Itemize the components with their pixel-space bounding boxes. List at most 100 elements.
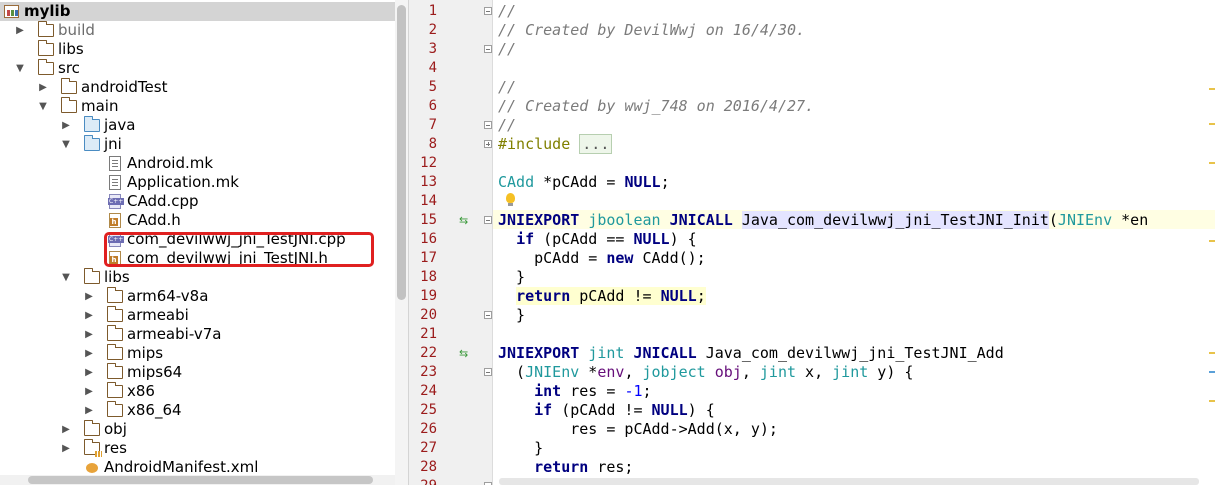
fold-toggle-icon[interactable] xyxy=(484,45,492,53)
tree-scroll-thumb[interactable] xyxy=(397,5,406,300)
code-line[interactable]: return pCAdd != NULL; xyxy=(498,287,706,306)
tree-item-cadd-cpp[interactable]: CAdd.cpp xyxy=(0,192,395,211)
fold-toggle-icon[interactable] xyxy=(484,216,492,224)
warning-stripe-icon[interactable] xyxy=(1209,371,1215,373)
res-folder-icon xyxy=(83,439,102,457)
code-line[interactable]: // xyxy=(498,40,516,59)
tree-item-mylib[interactable]: mylib xyxy=(0,2,395,21)
module-icon xyxy=(4,5,19,18)
code-token: // xyxy=(498,40,517,58)
code-line[interactable]: } xyxy=(498,439,543,458)
tree-item-libs[interactable]: ▼ libs xyxy=(0,268,395,287)
warning-stripe-icon[interactable] xyxy=(1209,352,1215,354)
expand-arrow-icon[interactable]: ▼ xyxy=(37,97,49,116)
expand-arrow-icon[interactable]: ▼ xyxy=(14,59,26,78)
code-line[interactable]: // Created by wwj_748 on 2016/4/27. xyxy=(498,97,814,116)
fold-toggle-icon[interactable] xyxy=(484,140,492,148)
tree-vertical-scrollbar[interactable] xyxy=(395,0,408,485)
collapse-arrow-icon[interactable]: ▶ xyxy=(14,21,26,40)
tree-item-x86[interactable]: ▶ x86 xyxy=(0,382,395,401)
warning-stripe-icon[interactable] xyxy=(1209,400,1215,402)
code-line[interactable]: if (pCAdd != NULL) { xyxy=(498,401,715,420)
tree-item-android-mk[interactable]: Android.mk xyxy=(0,154,395,173)
tree-item-obj[interactable]: ▶ obj xyxy=(0,420,395,439)
tree-item-build[interactable]: ▶ build xyxy=(0,21,395,40)
collapse-arrow-icon[interactable]: ▶ xyxy=(83,306,95,325)
code-line[interactable]: // xyxy=(498,116,516,135)
warning-stripe-icon[interactable] xyxy=(1209,123,1215,125)
code-line[interactable]: CAdd *pCAdd = NULL; xyxy=(498,173,670,192)
code-token: jint xyxy=(588,344,625,362)
code-line[interactable]: res = pCAdd->Add(x, y); xyxy=(498,420,778,439)
collapse-arrow-icon[interactable]: ▶ xyxy=(83,382,95,401)
expand-arrow-icon[interactable]: ▼ xyxy=(60,268,72,287)
collapse-arrow-icon[interactable]: ▶ xyxy=(60,439,72,458)
tree-item-jni[interactable]: ▼ jni xyxy=(0,135,395,154)
tree-item-label: java xyxy=(104,116,136,134)
warning-stripe-icon[interactable] xyxy=(1209,88,1215,90)
collapse-arrow-icon[interactable]: ▶ xyxy=(83,344,95,363)
collapse-arrow-icon[interactable]: ▶ xyxy=(83,325,95,344)
collapse-arrow-icon[interactable]: ▶ xyxy=(37,78,49,97)
code-line[interactable]: // xyxy=(498,78,516,97)
code-line[interactable]: } xyxy=(498,306,525,325)
tree-item-application-mk[interactable]: Application.mk xyxy=(0,173,395,192)
code-line[interactable]: } xyxy=(498,268,525,287)
tree-item-x86-64[interactable]: ▶ x86_64 xyxy=(0,401,395,420)
tree-item-mips[interactable]: ▶ mips xyxy=(0,344,395,363)
code-line[interactable]: // xyxy=(498,2,516,21)
header-file-icon xyxy=(109,213,121,228)
jni-link-icon[interactable]: ⇆ xyxy=(459,211,468,230)
tree-item-libs[interactable]: libs xyxy=(0,40,395,59)
tree-item-androidtest[interactable]: ▶ androidTest xyxy=(0,78,395,97)
collapse-arrow-icon[interactable]: ▶ xyxy=(83,363,95,382)
tree-item-mips64[interactable]: ▶ mips64 xyxy=(0,363,395,382)
code-editor[interactable]: 1 2 3 4 5 6 7 8 12 13 14 15 ⇆ 16 17 18 19 20 21 22 ⇆ 23 24 25 26… xyxy=(409,0,1215,485)
code-token: JNIEXPORT xyxy=(498,211,580,229)
tree-item-cadd-h[interactable]: CAdd.h xyxy=(0,211,395,230)
tree-item-com-devilwwj-jni-testjni-cpp[interactable]: com_devilwwj_jni_TestJNI.cpp xyxy=(0,230,395,249)
collapse-arrow-icon[interactable]: ▶ xyxy=(60,420,72,439)
collapse-arrow-icon[interactable]: ▶ xyxy=(83,287,95,306)
cpp-file-icon xyxy=(108,232,125,247)
collapse-arrow-icon[interactable]: ▶ xyxy=(83,401,95,420)
code-token: jboolean xyxy=(588,211,661,229)
editor-horizontal-scrollbar[interactable] xyxy=(499,478,1199,485)
warning-stripe-icon[interactable] xyxy=(1209,162,1215,164)
fold-toggle-icon[interactable] xyxy=(484,121,492,129)
code-line[interactable]: JNIEXPORT jint JNICALL Java_com_devilwwj… xyxy=(498,344,1004,363)
code-line[interactable]: JNIEXPORT jboolean JNICALL Java_com_devi… xyxy=(498,211,1148,230)
lightbulb-icon[interactable] xyxy=(506,193,515,206)
fold-toggle-icon[interactable] xyxy=(484,368,492,376)
code-line[interactable]: // Created by DevilWwj on 16/4/30. xyxy=(498,21,805,40)
folder-icon xyxy=(106,401,123,417)
code-line[interactable]: #include ... xyxy=(498,134,613,154)
code-line[interactable]: (JNIEnv *env, jobject obj, jint x, jint … xyxy=(498,363,913,382)
folder-icon xyxy=(106,306,123,322)
tree-item-armeabi-v7a[interactable]: ▶ armeabi-v7a xyxy=(0,325,395,344)
tree-hscroll-thumb[interactable] xyxy=(28,476,373,484)
tree-item-com-devilwwj-jni-testjni-h[interactable]: com_devilwwj_jni_TestJNI.h xyxy=(0,249,395,268)
fold-toggle-icon[interactable] xyxy=(484,7,492,15)
folder-icon xyxy=(106,363,123,379)
tree-item-src[interactable]: ▼ src xyxy=(0,59,395,78)
tree-item-java[interactable]: ▶ java xyxy=(0,116,395,135)
expand-arrow-icon[interactable]: ▼ xyxy=(60,135,72,154)
code-line[interactable]: if (pCAdd == NULL) { xyxy=(498,230,697,249)
code-line[interactable]: int res = -1; xyxy=(498,382,651,401)
warning-stripe-icon[interactable] xyxy=(1209,240,1215,242)
jni-link-icon[interactable]: ⇆ xyxy=(459,344,468,363)
code-token: * xyxy=(579,363,598,381)
code-line[interactable]: return res; xyxy=(498,458,633,477)
tree-item-arm64-v8a[interactable]: ▶ arm64-v8a xyxy=(0,287,395,306)
code-line[interactable]: pCAdd = new CAdd(); xyxy=(498,249,706,268)
folder-icon xyxy=(83,268,100,284)
tree-item-main[interactable]: ▼ main xyxy=(0,97,395,116)
tree-item-res[interactable]: ▶ res xyxy=(0,439,395,458)
tree-horizontal-scrollbar[interactable] xyxy=(0,475,395,485)
collapse-arrow-icon[interactable]: ▶ xyxy=(60,116,72,135)
tree-item-armeabi[interactable]: ▶ armeabi xyxy=(0,306,395,325)
fold-toggle-icon[interactable] xyxy=(484,311,492,319)
line-number: 17 xyxy=(420,250,437,266)
folder-icon xyxy=(37,59,54,75)
